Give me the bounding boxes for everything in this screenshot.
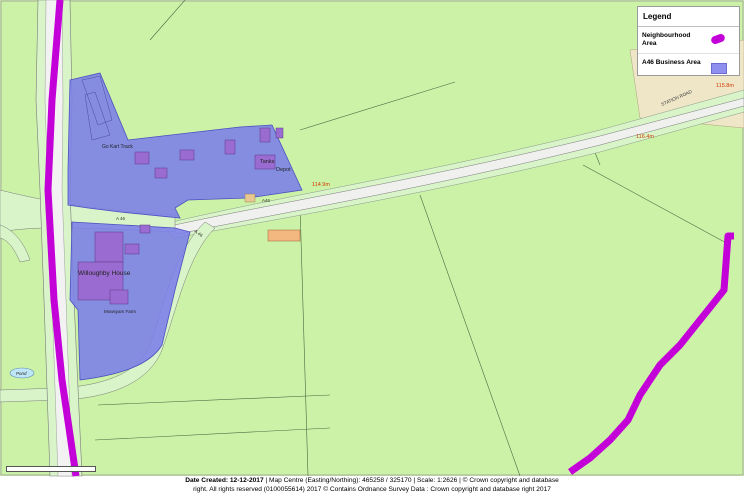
scale-bar: [6, 466, 96, 472]
label-pond: Pond: [16, 371, 27, 376]
small-building: [244, 193, 256, 203]
business-area-swatch-icon: [711, 63, 727, 74]
label-go-kart: Go Kart Track: [102, 144, 133, 150]
label-tanks: Tanks: [260, 159, 275, 165]
footer-line-1: Date Created: 12-12-2017 | Map Centre (E…: [0, 476, 744, 485]
label-a46-east: A46: [262, 198, 271, 203]
legend-label-neighbourhood: Neighbourhood Area: [642, 32, 691, 47]
label-height-2: 116.4m: [636, 134, 654, 140]
legend-item-neighbourhood: Neighbourhood Area: [638, 27, 739, 54]
footer-date: Date Created: 12-12-2017: [185, 477, 264, 484]
label-depot: Depot: [276, 167, 291, 173]
map-canvas[interactable]: Go Kart Track Tanks Depot Willoughby Hou…: [0, 0, 744, 503]
label-willoughby-house: Willoughby House: [78, 270, 131, 277]
label-mowsyam-farm: Mowsyam Farm: [104, 309, 136, 314]
label-a46-west: A 46: [116, 216, 126, 221]
footer-line-2: right. All rights reserved (0100055614) …: [193, 486, 551, 493]
legend-label-business: A46 Business Area: [642, 59, 701, 66]
legend-item-business: A46 Business Area: [638, 54, 739, 80]
map-footer: Date Created: 12-12-2017 | Map Centre (E…: [0, 476, 744, 503]
legend-title: Legend: [638, 7, 739, 27]
label-height-1: 114.9m: [312, 182, 330, 188]
neighbourhood-swatch-icon: [710, 32, 726, 46]
label-height-3: 115.8m: [716, 83, 734, 89]
footer-details: | Map Centre (Easting/Northing): 465258 …: [263, 477, 559, 484]
outbuilding-plot: [267, 229, 301, 242]
legend-panel: Legend Neighbourhood Area A46 Business A…: [637, 6, 740, 76]
